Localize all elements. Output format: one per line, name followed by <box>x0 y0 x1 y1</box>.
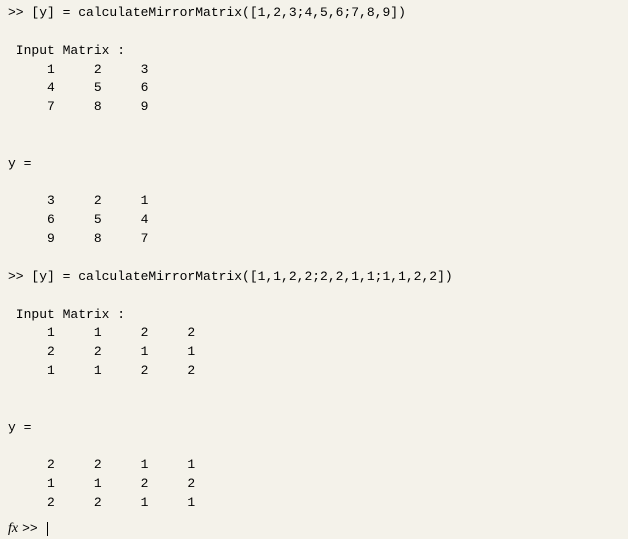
input-row: 7 8 9 <box>8 98 620 117</box>
input-row: 1 1 2 2 <box>8 324 620 343</box>
output-row: 1 1 2 2 <box>8 475 620 494</box>
output-row: 9 8 7 <box>8 230 620 249</box>
command-2: >> [y] = calculateMirrorMatrix([1,1,2,2;… <box>8 268 620 287</box>
fx-icon: fx <box>8 519 18 539</box>
output-row: 6 5 4 <box>8 211 620 230</box>
prompt-text: >> <box>22 520 45 539</box>
input-label-2: Input Matrix : <box>8 306 620 325</box>
blank <box>8 381 620 400</box>
input-row: 4 5 6 <box>8 79 620 98</box>
output-label-1: y = <box>8 155 620 174</box>
blank <box>8 23 620 42</box>
input-label-1: Input Matrix : <box>8 42 620 61</box>
output-label-2: y = <box>8 419 620 438</box>
input-row: 2 2 1 1 <box>8 343 620 362</box>
blank <box>8 400 620 419</box>
input-row: 1 2 3 <box>8 61 620 80</box>
output-row: 3 2 1 <box>8 192 620 211</box>
blank <box>8 249 620 268</box>
output-row: 2 2 1 1 <box>8 494 620 513</box>
blank <box>8 117 620 136</box>
blank <box>8 287 620 306</box>
output-row: 2 2 1 1 <box>8 456 620 475</box>
blank <box>8 437 620 456</box>
blank <box>8 136 620 155</box>
command-1: >> [y] = calculateMirrorMatrix([1,2,3;4,… <box>8 4 620 23</box>
blank <box>8 174 620 193</box>
command-prompt[interactable]: fx >> <box>8 519 620 539</box>
input-row: 1 1 2 2 <box>8 362 620 381</box>
cursor-icon <box>47 522 48 536</box>
